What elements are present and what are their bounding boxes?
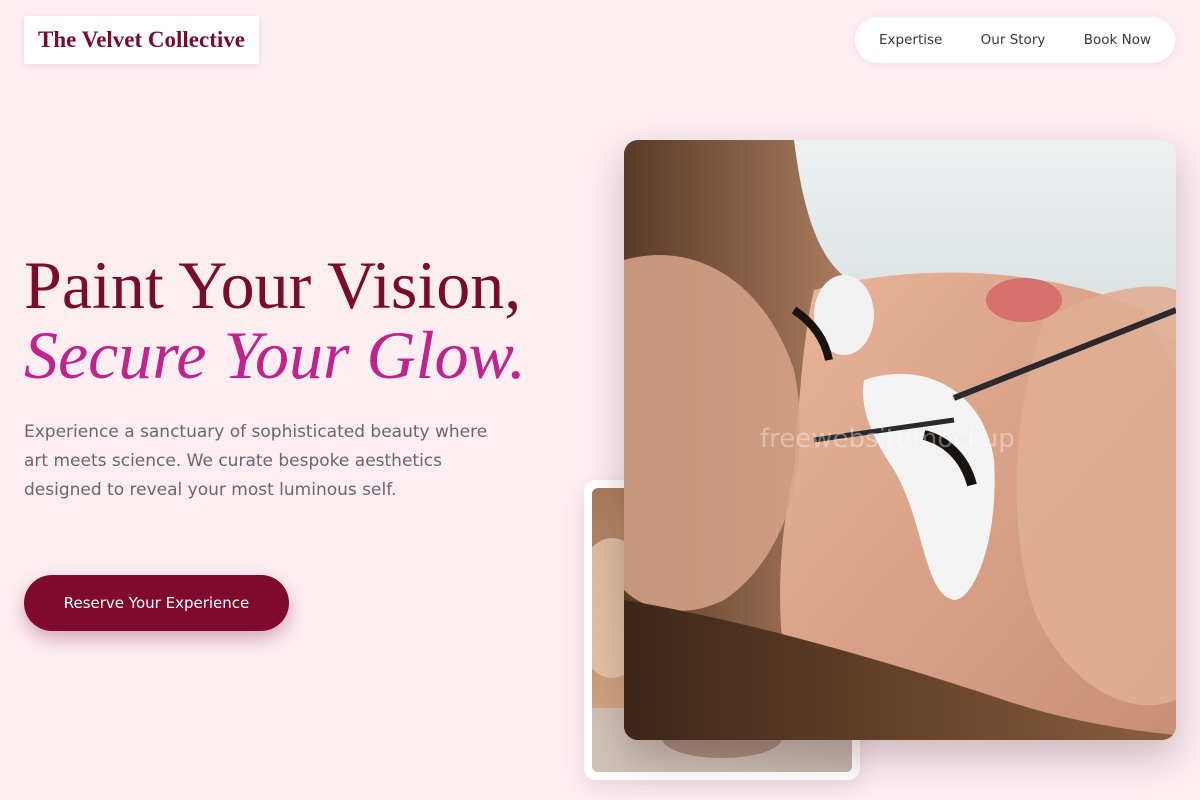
hero-title-line1: Paint Your Vision,	[24, 247, 522, 323]
hero-title-line2: Secure Your Glow.	[24, 317, 526, 393]
nav-link-our-story[interactable]: Our Story	[981, 32, 1046, 48]
photo-watermark: freewebsitemockup	[760, 424, 1015, 454]
nav-link-expertise[interactable]: Expertise	[879, 32, 942, 48]
hero-description: Experience a sanctuary of sophisticated …	[24, 422, 488, 500]
logo[interactable]: The Velvet Collective	[24, 16, 259, 64]
nav-link-book-now[interactable]: Book Now	[1084, 32, 1151, 48]
logo-text: The Velvet Collective	[38, 27, 245, 52]
hero-title: Paint Your Vision, Secure Your Glow.	[24, 250, 526, 390]
hero-photo: freewebsitemockup	[624, 140, 1176, 740]
main-nav: Expertise Our Story Book Now	[855, 17, 1175, 63]
landing-page: The Velvet Collective Expertise Our Stor…	[0, 0, 1200, 800]
reserve-experience-button[interactable]: Reserve Your Experience	[24, 575, 289, 631]
